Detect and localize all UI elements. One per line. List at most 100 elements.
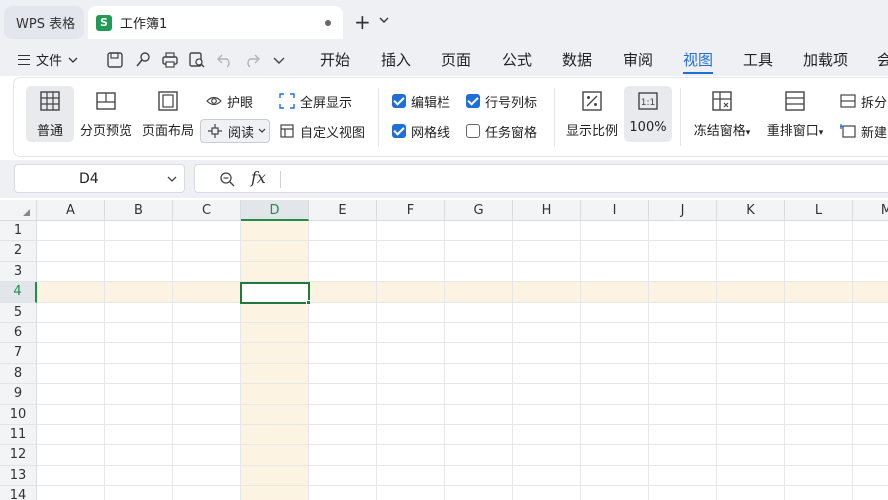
menu-item-data[interactable]: 数据 <box>562 49 592 70</box>
row-gridline <box>37 464 888 466</box>
read-mode-label: 阅读 <box>228 125 255 141</box>
row-header-10[interactable]: 10 <box>0 404 37 425</box>
format-painter-icon[interactable] <box>134 51 152 69</box>
new-tab-button[interactable]: + <box>354 12 371 32</box>
column-gridline <box>784 221 785 500</box>
edit-bar-label: 编辑栏 <box>411 95 451 111</box>
print-preview-icon[interactable] <box>188 51 206 69</box>
column-header-d[interactable]: D <box>241 200 309 221</box>
active-cell[interactable] <box>240 282 310 304</box>
redo-icon[interactable] <box>243 51 261 69</box>
row-header-3[interactable]: 3 <box>0 261 37 283</box>
undo-icon[interactable] <box>216 51 234 69</box>
split-button[interactable]: 拆分 <box>840 90 887 112</box>
normal-view-button[interactable]: 普通 <box>26 86 74 142</box>
new-window-label: 新建 <box>861 125 888 141</box>
fill-handle[interactable] <box>306 300 311 305</box>
spreadsheet-grid[interactable]: A B C D E F G H I J K L M 1 2 3 4 5 6 7 8 9 10 11 12 13 14 <box>0 200 888 500</box>
menu-item-review[interactable]: 审阅 <box>623 49 653 70</box>
row-col-headers-checkbox[interactable]: 行号列标 <box>466 90 537 112</box>
row-header-13[interactable]: 13 <box>0 465 37 487</box>
column-header-c[interactable]: C <box>173 200 241 221</box>
freeze-panes-icon <box>712 91 732 111</box>
fullscreen-button[interactable]: 全屏显示 <box>279 90 352 112</box>
row-header-7[interactable]: 7 <box>0 343 37 364</box>
column-header-l[interactable]: L <box>785 200 853 221</box>
row-header-2[interactable]: 2 <box>0 241 37 262</box>
column-header-e[interactable]: E <box>309 200 377 221</box>
zoom-ratio-button[interactable]: 显示比例 <box>564 86 620 142</box>
row-header-6[interactable]: 6 <box>0 323 37 344</box>
menu-item-tools[interactable]: 工具 <box>743 49 773 70</box>
rearrange-windows-button[interactable]: 重排窗口▾ <box>762 86 828 142</box>
menu-item-formulas[interactable]: 公式 <box>502 49 532 70</box>
zoom-100-button[interactable]: 1:1 100% <box>624 86 672 142</box>
unsaved-dot-icon[interactable] <box>325 20 331 26</box>
column-header-j[interactable]: J <box>649 200 717 221</box>
column-header-i[interactable]: I <box>581 200 649 221</box>
print-icon[interactable] <box>161 51 179 69</box>
read-mode-button[interactable]: 阅读 <box>200 119 270 143</box>
active-tab-indicator <box>683 72 713 74</box>
column-header-g[interactable]: G <box>445 200 513 221</box>
menu-item-home[interactable]: 开始 <box>320 49 350 70</box>
row-header-14[interactable]: 14 <box>0 486 37 500</box>
row-gridline <box>37 383 888 385</box>
checkbox-checked-icon <box>392 94 406 108</box>
column-header-m[interactable]: M <box>853 200 888 221</box>
gridlines-checkbox[interactable]: 网格线 <box>392 120 450 142</box>
new-window-button[interactable]: 新建 <box>840 120 887 142</box>
tab-wps-home[interactable]: WPS 表格 <box>4 6 84 39</box>
row-header-12[interactable]: 12 <box>0 445 37 466</box>
column-gridline <box>308 221 309 500</box>
menu-item-addins[interactable]: 加载项 <box>803 49 848 70</box>
quick-access-more-icon[interactable] <box>270 51 288 69</box>
row-header-11[interactable]: 11 <box>0 425 37 446</box>
fx-icon[interactable]: fx <box>251 168 266 187</box>
custom-view-label: 自定义视图 <box>300 125 366 141</box>
column-header-b[interactable]: B <box>105 200 173 221</box>
freeze-panes-button[interactable]: 冻结窗格▾ <box>690 86 754 142</box>
chevron-down-icon[interactable] <box>167 174 177 184</box>
column-header-k[interactable]: K <box>717 200 785 221</box>
row-col-headers-label: 行号列标 <box>485 95 538 111</box>
column-gridline <box>648 221 649 500</box>
page-layout-label: 页面布局 <box>141 124 194 139</box>
row-header-4[interactable]: 4 <box>0 282 37 303</box>
menu-item-page[interactable]: 页面 <box>441 49 471 70</box>
name-box[interactable]: D4 <box>14 164 185 193</box>
row-gridline <box>37 362 888 364</box>
column-header-f[interactable]: F <box>377 200 445 221</box>
menu-item-insert[interactable]: 插入 <box>381 49 411 70</box>
menu-item-partial[interactable]: 会 <box>877 49 888 70</box>
ribbon-separator <box>378 88 379 146</box>
split-label: 拆分 <box>861 95 888 111</box>
column-gridline <box>852 221 853 500</box>
row-header-5[interactable]: 5 <box>0 302 37 323</box>
chevron-down-icon <box>258 128 266 133</box>
column-header-a[interactable]: A <box>37 200 105 221</box>
page-break-preview-label: 分页预览 <box>79 124 132 139</box>
eye-protect-button[interactable]: 护眼 <box>206 90 253 112</box>
row-header-8[interactable]: 8 <box>0 363 37 385</box>
custom-view-button[interactable]: 自定义视图 <box>279 120 365 142</box>
row-header-9[interactable]: 9 <box>0 384 37 405</box>
chevron-down-icon[interactable] <box>379 13 389 27</box>
file-menu-button[interactable]: 文件 <box>18 50 78 69</box>
page-layout-button[interactable]: 页面布局 <box>140 86 196 142</box>
hamburger-icon <box>18 54 30 65</box>
title-bar: WPS 表格 S 工作簿1 + <box>0 0 888 44</box>
save-icon[interactable] <box>106 51 124 69</box>
edit-bar-checkbox[interactable]: 编辑栏 <box>392 90 450 112</box>
tab-workbook[interactable]: S 工作簿1 <box>88 6 343 39</box>
row-header-1[interactable]: 1 <box>0 221 37 242</box>
checkbox-unchecked-icon <box>466 124 480 138</box>
task-pane-checkbox[interactable]: 任务窗格 <box>466 120 537 142</box>
column-header-h[interactable]: H <box>513 200 581 221</box>
page-break-preview-button[interactable]: 分页预览 <box>78 86 134 142</box>
ribbon-view: 普通 分页预览 页面布局 护眼 阅读 全屏显示 自定义视图 编辑栏 网格线 行号… <box>14 78 888 156</box>
menu-item-view[interactable]: 视图 <box>683 49 713 70</box>
zoom-search-icon[interactable] <box>219 171 235 187</box>
select-all-corner[interactable] <box>0 200 37 221</box>
formula-input[interactable]: fx <box>194 164 888 193</box>
